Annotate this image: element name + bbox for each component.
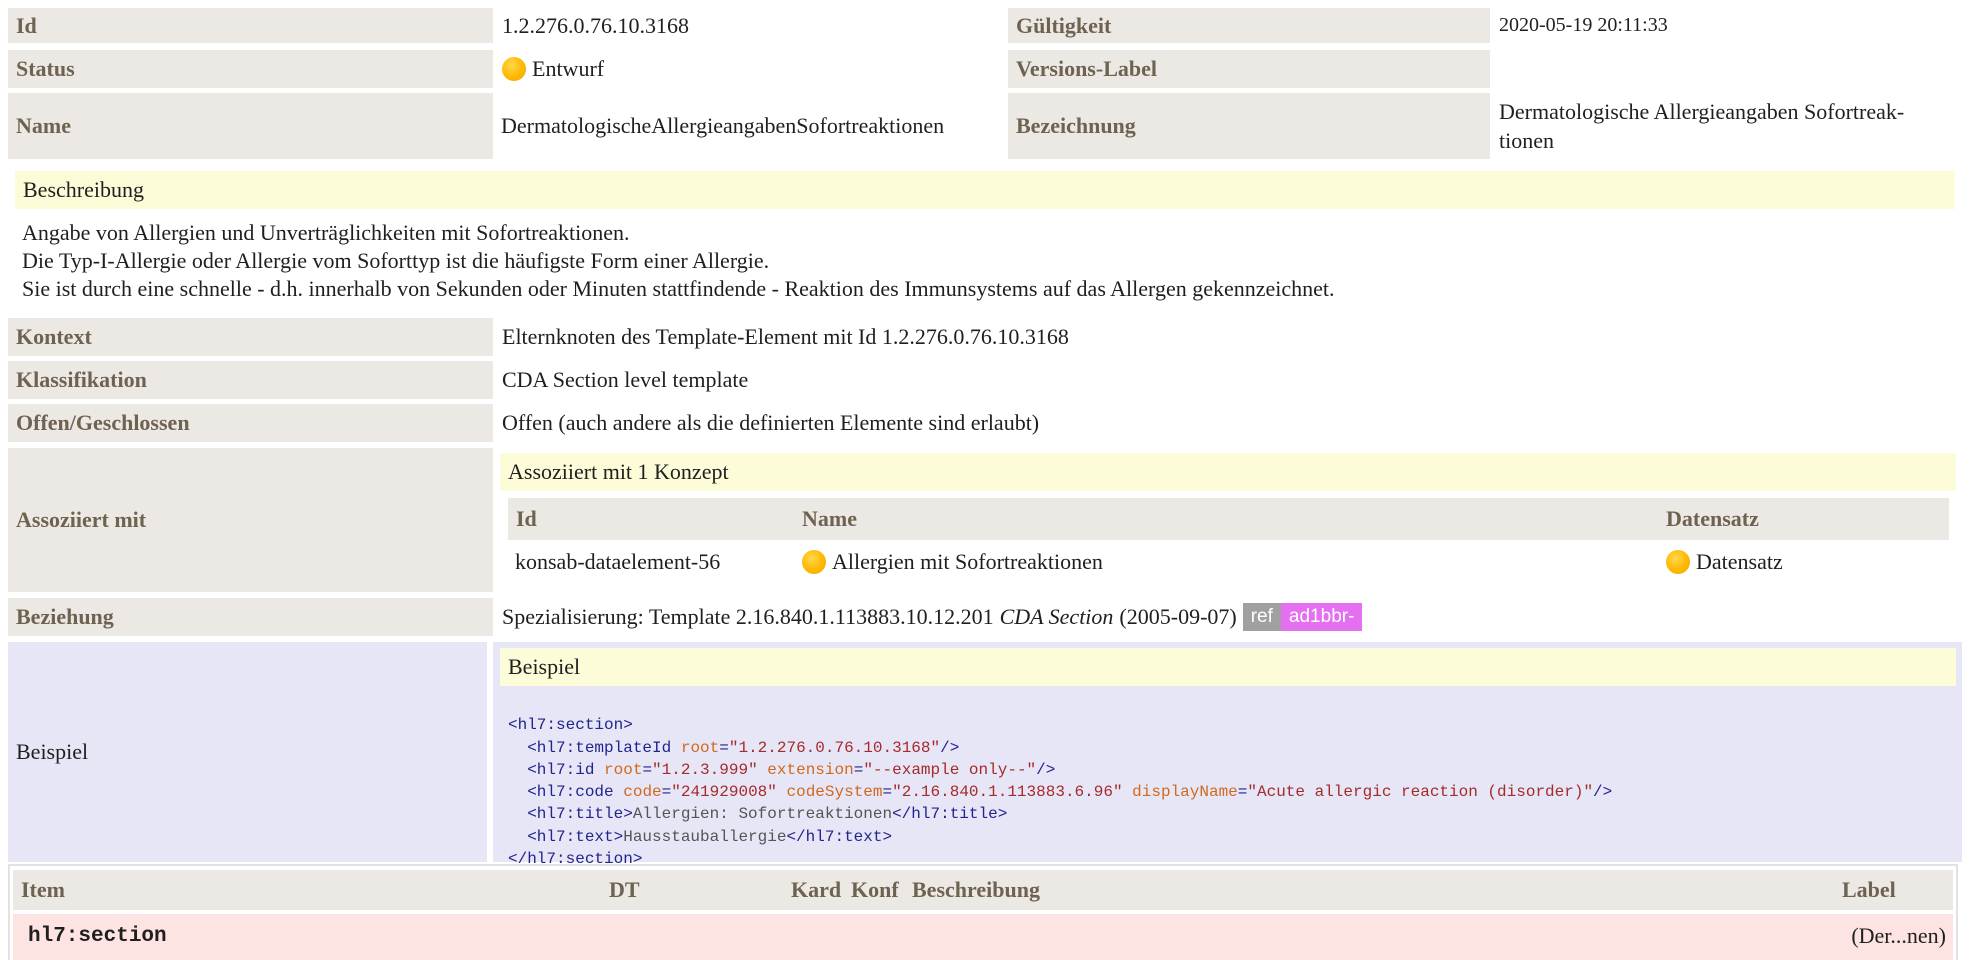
name-label: Name <box>8 93 493 159</box>
designation-label: Bezeichnung <box>1008 93 1490 159</box>
openness-label: Offen/Geschlossen <box>8 404 493 442</box>
version-value <box>1491 50 1956 88</box>
items-col-item: Item <box>13 870 601 910</box>
name-value: DermatologischeAllergieangabenSofortreak… <box>501 113 945 138</box>
items-row-label: (Der...nen) <box>1851 923 1946 948</box>
associated-label: Assoziiert mit <box>8 448 493 592</box>
template-page: Id 1.2.276.0.76.10.3168 Gültigkeit 2020-… <box>0 0 1971 960</box>
context-label: Kontext <box>8 318 493 356</box>
description-text: Angabe von Allergien und Unverträglichke… <box>22 220 1335 301</box>
classification-value: CDA Section level template <box>502 367 749 392</box>
associated-col-name: Name <box>794 498 1664 540</box>
associated-row-id: konsab-dataelement-56 <box>515 549 721 574</box>
id-label: Id <box>8 8 493 43</box>
relationship-label: Beziehung <box>8 598 493 636</box>
valid-label: Gültigkeit <box>1008 8 1490 43</box>
items-col-konf: Konf <box>851 870 912 910</box>
context-value: Elternknoten des Template-Element mit Id… <box>502 324 1069 349</box>
status-value: Entwurf <box>494 50 1008 88</box>
example-label: Beispiel <box>8 642 493 862</box>
status-draft-icon <box>502 57 526 81</box>
dataset-draft-icon <box>1666 550 1690 574</box>
associated-col-dataset: Datensatz <box>1658 498 1949 540</box>
associated-col-id: Id <box>508 498 802 540</box>
example-heading: Beispiel <box>500 648 1956 686</box>
associated-row-dataset: Datensatz <box>1658 543 1949 581</box>
valid-value: 2020-05-19 20:11:33 <box>1499 14 1668 36</box>
description-heading: Beschreibung <box>15 171 1955 209</box>
relationship-value: Spezialisierung: Template 2.16.840.1.113… <box>494 598 1954 636</box>
items-col-desc: Beschreibung <box>904 870 1834 910</box>
status-label: Status <box>8 50 493 88</box>
items-row-item[interactable]: hl7:section <box>20 914 600 958</box>
items-col-kard: Kard <box>783 870 851 910</box>
associated-row-name: Allergien mit Sofortreaktionen <box>794 543 1654 581</box>
associated-heading: Assoziiert mit 1 Konzept <box>500 453 1956 491</box>
id-value: 1.2.276.0.76.10.3168 <box>502 12 689 38</box>
dataset-link[interactable]: Datensatz <box>1696 549 1783 575</box>
concept-link[interactable]: Allergien mit Sofortreaktionen <box>832 549 1103 575</box>
classification-label: Klassifikation <box>8 361 493 399</box>
items-col-label: Label <box>1834 870 1953 910</box>
id-badge[interactable]: ad1bbr- <box>1280 603 1363 631</box>
designation-value: Dermatologische Allergieangaben Sofortre… <box>1499 99 1905 153</box>
openness-value: Offen (auch andere als die definierten E… <box>502 410 1040 435</box>
version-label: Versions-Label <box>1008 50 1490 88</box>
ref-badge[interactable]: ref <box>1242 603 1281 631</box>
concept-draft-icon <box>802 550 826 574</box>
items-col-dt: DT <box>601 870 783 910</box>
